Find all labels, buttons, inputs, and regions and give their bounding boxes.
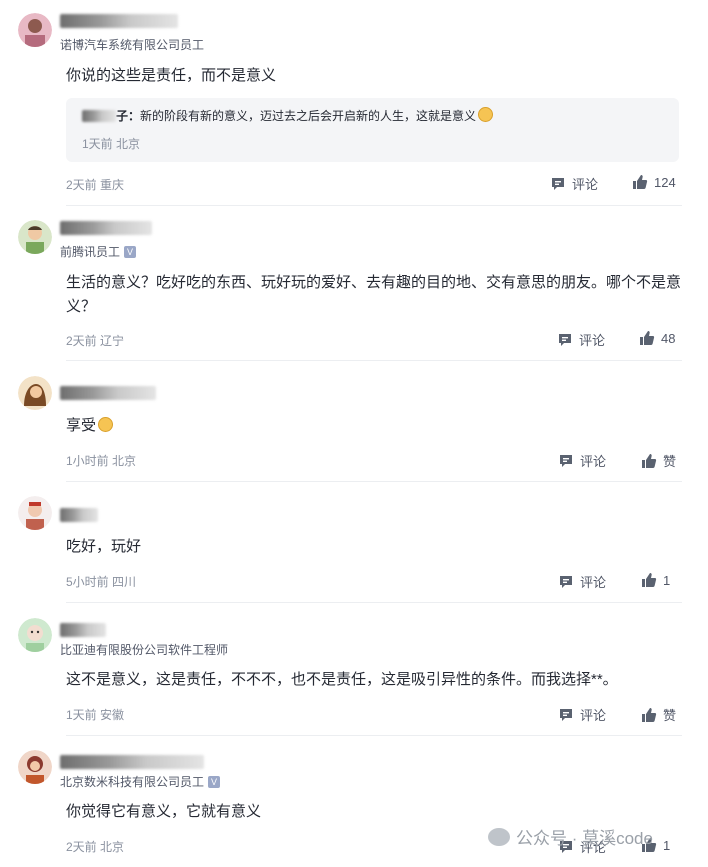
comment-meta: 2天前 北京 bbox=[66, 840, 125, 854]
username-redacted[interactable] bbox=[60, 508, 98, 522]
comment-text: 这不是意义，这是责任，不不不，也不是责任，这是吸引异性的条件。而我选择**。 bbox=[66, 671, 618, 688]
comment-text: 你觉得它有意义，它就有意义 bbox=[66, 803, 262, 820]
comment-icon bbox=[560, 708, 572, 721]
username-redacted[interactable] bbox=[60, 221, 152, 235]
avatar[interactable] bbox=[18, 13, 52, 47]
quoted-text: 新的阶段有新的意义，迈过去之后会开启新的人生，这就是意义 bbox=[140, 109, 477, 123]
like-count: 1 bbox=[663, 572, 671, 588]
avatar[interactable] bbox=[18, 376, 52, 410]
divider bbox=[66, 481, 682, 482]
reply-button[interactable]: 评论 bbox=[558, 572, 606, 591]
comment-meta: 5小时前 四川 bbox=[66, 575, 137, 589]
comment-text: 你说的这些是责任，而不是意义 bbox=[66, 67, 277, 84]
thumbs-up-icon bbox=[633, 175, 648, 189]
comment-icon bbox=[552, 177, 564, 190]
smile-emoji-icon bbox=[478, 107, 494, 122]
comment-meta: 2天前 重庆 bbox=[66, 178, 125, 192]
user-title: 前腾讯员工 V bbox=[60, 243, 137, 260]
watermark-text: 公众号 · 莫溪code bbox=[516, 829, 653, 848]
comment-text: 享受 bbox=[66, 414, 682, 438]
company-label: 诺博汽车系统有限公司员工 bbox=[60, 38, 205, 52]
divider bbox=[66, 360, 682, 361]
like-button[interactable]: 48 bbox=[639, 330, 675, 346]
thumbs-up-icon bbox=[642, 573, 657, 587]
like-button[interactable]: 124 bbox=[632, 174, 676, 190]
comment-text-body: 享受 bbox=[66, 417, 97, 434]
comment-icon bbox=[560, 575, 572, 588]
reply-button[interactable]: 评论 bbox=[550, 174, 598, 193]
reply-button[interactable]: 评论 bbox=[558, 705, 606, 724]
thumbs-up-icon bbox=[642, 707, 657, 722]
comment-meta: 2天前 辽宁 bbox=[66, 334, 125, 348]
username-redacted[interactable] bbox=[60, 623, 106, 637]
avatar[interactable] bbox=[18, 496, 52, 530]
username-redacted[interactable] bbox=[60, 755, 204, 769]
thumbs-up-icon bbox=[642, 453, 657, 468]
divider bbox=[66, 602, 682, 603]
like-button[interactable]: 赞 bbox=[641, 451, 676, 470]
username-redacted[interactable] bbox=[60, 14, 178, 28]
reply-label: 评论 bbox=[572, 177, 599, 192]
divider bbox=[66, 735, 682, 736]
like-count: 赞 bbox=[663, 708, 677, 723]
comment-text: 生活的意义？吃好吃的东西、玩好玩的爱好、去有趣的目的地、交有意思的朋友。哪个不是… bbox=[66, 274, 682, 315]
watermark: 公众号 · 莫溪code bbox=[488, 824, 653, 849]
divider bbox=[66, 205, 682, 206]
username-redacted[interactable] bbox=[60, 386, 156, 400]
company-label: 前腾讯员工 bbox=[60, 245, 121, 259]
verified-badge-icon: V bbox=[208, 775, 221, 788]
reply-button[interactable]: 评论 bbox=[557, 330, 605, 349]
reply-label: 评论 bbox=[580, 575, 607, 590]
quoted-author-redacted bbox=[82, 110, 116, 122]
thumbs-up-icon bbox=[640, 331, 655, 345]
comment-meta: 1天前 安徽 bbox=[66, 708, 125, 722]
comment-meta: 1小时前 北京 bbox=[66, 454, 137, 468]
quoted-reply-text: 子：新的阶段有新的意义，迈过去之后会开启新的人生，这就是意义 bbox=[82, 107, 494, 124]
like-count: 赞 bbox=[663, 454, 677, 469]
comment-text: 吃好，玩好 bbox=[66, 538, 142, 555]
wechat-logo-icon bbox=[488, 827, 510, 846]
like-count: 48 bbox=[661, 330, 676, 346]
avatar[interactable] bbox=[18, 220, 52, 254]
company-label: 比亚迪有限股份公司软件工程师 bbox=[60, 643, 229, 657]
comment-icon bbox=[560, 454, 572, 467]
reply-label: 评论 bbox=[580, 708, 607, 723]
verified-badge-icon: V bbox=[124, 245, 137, 258]
user-title: 北京数米科技有限公司员工 V bbox=[60, 773, 221, 790]
smile-emoji-icon bbox=[98, 417, 114, 432]
reply-label: 评论 bbox=[580, 454, 607, 469]
like-count: 124 bbox=[654, 174, 676, 190]
quoted-reply[interactable]: 子：新的阶段有新的意义，迈过去之后会开启新的人生，这就是意义 1天前 北京 bbox=[66, 98, 679, 162]
company-label: 北京数米科技有限公司员工 bbox=[60, 775, 205, 789]
user-title: 比亚迪有限股份公司软件工程师 bbox=[60, 641, 228, 658]
avatar[interactable] bbox=[18, 618, 52, 652]
like-count: 1 bbox=[663, 837, 671, 853]
like-button[interactable]: 赞 bbox=[641, 705, 676, 724]
quoted-author-suffix: 子： bbox=[116, 109, 141, 123]
comment-icon bbox=[559, 333, 571, 346]
reply-button[interactable]: 评论 bbox=[558, 451, 606, 470]
user-title: 诺博汽车系统有限公司员工 bbox=[60, 36, 204, 53]
like-button[interactable]: 1 bbox=[641, 572, 670, 588]
quoted-reply-meta: 1天前 北京 bbox=[82, 137, 141, 151]
reply-label: 评论 bbox=[579, 333, 606, 348]
avatar[interactable] bbox=[18, 750, 52, 784]
